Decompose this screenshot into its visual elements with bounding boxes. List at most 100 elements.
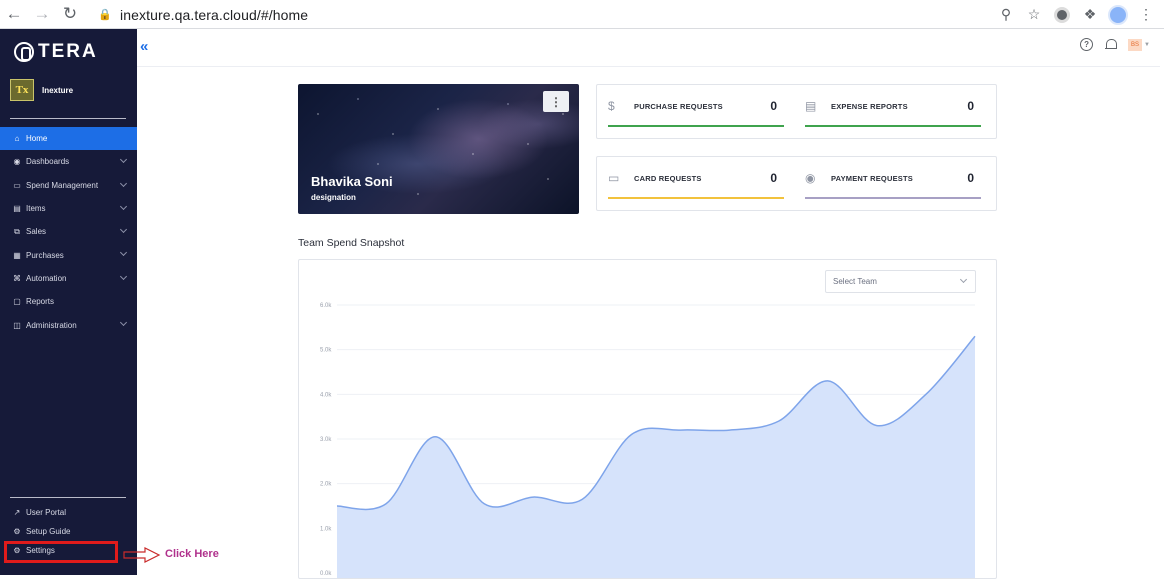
wallet-icon: ▭ [13, 180, 21, 190]
caret-down-icon: ▼ [1144, 41, 1150, 48]
browser-toolbar: ← → ↻ 🔒 inexture.qa.tera.cloud/#/home ⚲ … [0, 0, 1164, 29]
y-tick-label: 3.0k [320, 437, 332, 443]
stat-underline [608, 125, 784, 127]
extension-icon[interactable] [1050, 3, 1074, 26]
chevron-down-icon [119, 179, 128, 187]
settings-highlight-box [4, 541, 118, 563]
sidebar-item-items[interactable]: ▤ Items [0, 197, 137, 220]
stat-label: EXPENSE REPORTS [831, 102, 908, 111]
sidebar-item-label: Automation [26, 273, 67, 283]
stat-value: 0 [967, 171, 974, 185]
sidebar-item-home[interactable]: ⌂ Home [0, 127, 137, 151]
sales-icon: ⧉ [14, 226, 20, 236]
home-icon: ⌂ [14, 134, 20, 144]
sidebar-item-reports[interactable]: ▢ Reports [0, 290, 137, 313]
lock-icon: 🔒 [98, 9, 112, 21]
profile-icon[interactable] [1106, 3, 1130, 26]
url-text[interactable]: inexture.qa.tera.cloud/#/home [120, 7, 308, 23]
y-tick-label: 5.0k [320, 348, 332, 354]
team-spend-title: Team Spend Snapshot [298, 237, 405, 249]
user-menu[interactable]: BS ▼ [1128, 38, 1150, 51]
sidebar-item-purchases[interactable]: ▦ Purchases [0, 243, 137, 266]
y-tick-label: 4.0k [320, 392, 332, 398]
stat-value: 0 [770, 99, 777, 113]
sidebar: TERA Tx Inexture ⌂ Home ◉ Dashboards ▭ S… [0, 29, 137, 575]
sidebar-item-setup-guide[interactable]: ⚙ Setup Guide [0, 522, 137, 541]
stat-underline [805, 197, 981, 199]
receipt-icon: ▤ [805, 99, 817, 113]
stat-value: 0 [967, 99, 974, 113]
header-divider [137, 66, 1160, 67]
forward-icon[interactable]: → [28, 0, 56, 29]
sidebar-item-label: Administration [26, 320, 77, 330]
y-tick-label: 2.0k [320, 482, 332, 488]
purchases-icon: ▦ [13, 250, 21, 260]
y-tick-label: 6.0k [320, 303, 332, 309]
profile-designation: designation [311, 193, 356, 202]
area-fill [337, 336, 975, 578]
credit-card-icon: ▭ [608, 171, 620, 185]
logo[interactable]: TERA [14, 41, 98, 63]
external-link-icon: ↗ [13, 508, 21, 518]
sidebar-item-spend-management[interactable]: ▭ Spend Management [0, 174, 137, 197]
guide-icon: ⚙ [13, 527, 21, 537]
sidebar-item-dashboards[interactable]: ◉ Dashboards [0, 150, 137, 173]
y-tick-label: 0.0k [320, 571, 332, 577]
stat-label: PAYMENT REQUESTS [831, 174, 913, 183]
bell-icon[interactable] [1105, 38, 1118, 51]
sidebar-item-label: User Portal [26, 508, 67, 518]
zoom-icon[interactable]: ⚲ [994, 3, 1018, 26]
header-actions: ? BS ▼ [1080, 38, 1150, 51]
automation-icon: ⌘ [13, 273, 21, 283]
more-menu-icon[interactable]: ⋮ [1134, 3, 1158, 26]
stat-label: PURCHASE REQUESTS [634, 102, 723, 111]
sidebar-item-automation[interactable]: ⌘ Automation [0, 267, 137, 290]
dollar-icon: $ [608, 99, 615, 113]
back-icon[interactable]: ← [0, 0, 28, 29]
org-name: Inexture [42, 85, 74, 95]
stat-underline [608, 197, 784, 199]
sidebar-item-label: Reports [26, 297, 55, 307]
chevron-down-icon [959, 275, 968, 284]
annotation-arrow-icon [123, 547, 161, 563]
administration-icon: ◫ [13, 320, 21, 330]
sidebar-item-sales[interactable]: ⧉ Sales [0, 220, 137, 243]
chevron-down-icon [119, 156, 128, 164]
chevron-down-icon [119, 319, 128, 327]
dashboard-icon: ◉ [13, 157, 21, 167]
select-team-dropdown[interactable]: Select Team [825, 270, 976, 293]
help-icon[interactable]: ? [1080, 38, 1094, 51]
sidebar-divider [10, 497, 126, 498]
stat-payment-requests[interactable]: ◉ PAYMENT REQUESTS 0 [805, 157, 981, 210]
profile-name: Bhavika Soni [311, 174, 393, 189]
bookmark-star-icon[interactable]: ☆ [1022, 3, 1046, 26]
logo-text: TERA [38, 41, 98, 62]
sidebar-item-label: Sales [26, 227, 47, 237]
tera-logo-icon [14, 42, 34, 62]
chevron-down-icon [119, 272, 128, 280]
sidebar-item-label: Purchases [26, 250, 64, 260]
team-spend-chart: 6.0k 5.0k 4.0k 3.0k 2.0k 1.0k 0.0k [320, 303, 976, 578]
chevron-down-icon [119, 249, 128, 257]
reload-icon[interactable]: ↻ [56, 0, 84, 29]
stat-underline [805, 125, 981, 127]
card-menu-button[interactable]: ⋮ [543, 91, 569, 112]
chevron-down-icon [119, 226, 128, 234]
collapse-sidebar-icon[interactable]: « [140, 38, 148, 55]
sidebar-item-user-portal[interactable]: ↗ User Portal [0, 503, 137, 522]
stat-label: CARD REQUESTS [634, 174, 702, 183]
chevron-down-icon [119, 202, 128, 210]
stat-card-requests[interactable]: ▭ CARD REQUESTS 0 [608, 157, 784, 210]
org-switcher[interactable]: Tx Inexture [10, 79, 73, 101]
puzzle-icon[interactable]: ❖ [1078, 3, 1102, 26]
stat-value: 0 [770, 171, 777, 185]
items-icon: ▤ [13, 204, 21, 214]
stat-purchase-requests[interactable]: $ PURCHASE REQUESTS 0 [608, 85, 784, 138]
stats-row-2: ▭ CARD REQUESTS 0 ◉ PAYMENT REQUESTS 0 [596, 156, 997, 211]
y-tick-label: 1.0k [320, 526, 332, 532]
sidebar-item-label: Items [26, 204, 46, 214]
select-team-placeholder: Select Team [833, 277, 877, 286]
sidebar-item-administration[interactable]: ◫ Administration [0, 313, 137, 336]
stat-expense-reports[interactable]: ▤ EXPENSE REPORTS 0 [805, 85, 981, 138]
sidebar-item-label: Spend Management [26, 180, 99, 190]
